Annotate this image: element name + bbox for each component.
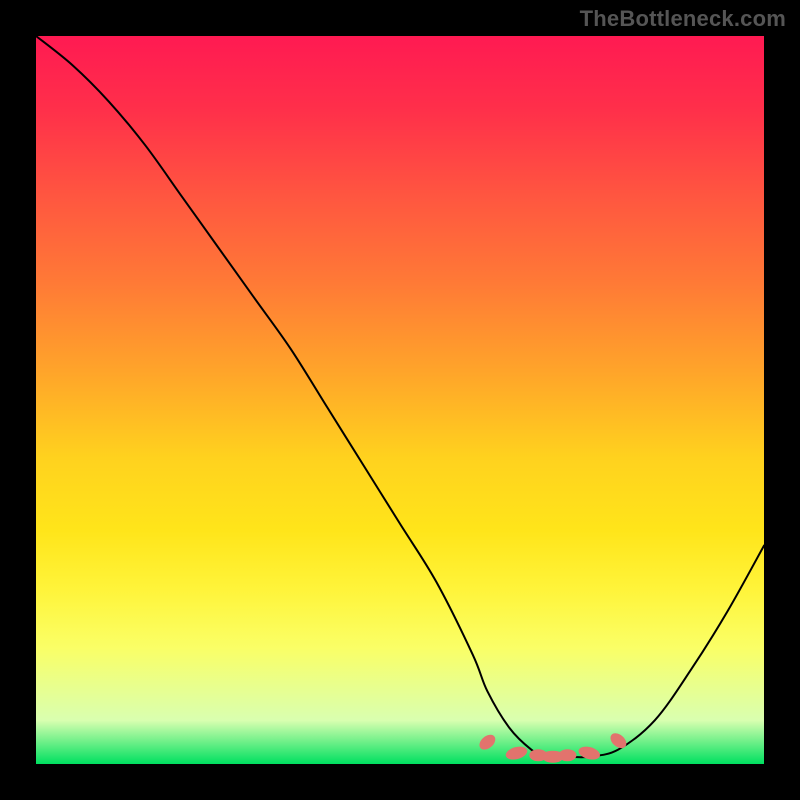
curve-marker (558, 749, 576, 761)
curve-markers (477, 730, 630, 762)
curve-marker (577, 744, 601, 761)
plot-area (36, 36, 764, 764)
chart-frame: TheBottleneck.com (0, 0, 800, 800)
watermark-text: TheBottleneck.com (580, 6, 786, 32)
curve-marker (608, 730, 630, 751)
curve-marker (477, 732, 499, 753)
bottleneck-curve (36, 36, 764, 757)
curve-layer (36, 36, 764, 764)
curve-marker (504, 744, 528, 761)
